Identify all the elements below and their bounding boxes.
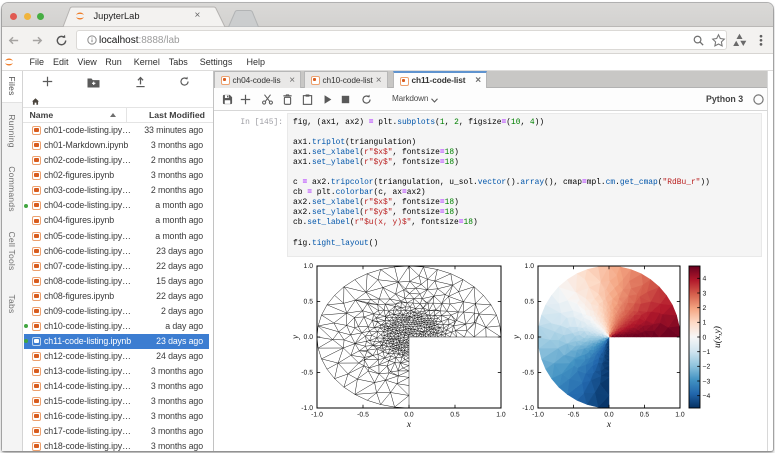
svg-text:0.0: 0.0 (304, 334, 314, 341)
svg-text:0.0: 0.0 (404, 412, 414, 419)
svg-text:-1.0: -1.0 (301, 405, 313, 412)
svg-text:−3: −3 (703, 378, 711, 385)
svg-text:4: 4 (703, 276, 707, 283)
svg-text:−2: −2 (703, 364, 711, 371)
svg-text:2: 2 (703, 305, 707, 312)
svg-text:0.5: 0.5 (304, 299, 314, 306)
svg-text:-0.5: -0.5 (568, 412, 580, 419)
svg-text:1.0: 1.0 (496, 412, 506, 419)
svg-text:y: y (291, 334, 301, 340)
svg-text:0.5: 0.5 (525, 299, 535, 306)
svg-text:0: 0 (703, 334, 707, 341)
svg-text:-1.0: -1.0 (311, 412, 323, 419)
svg-text:1.0: 1.0 (304, 263, 314, 270)
svg-text:-0.5: -0.5 (357, 412, 369, 419)
svg-text:3: 3 (703, 290, 707, 297)
svg-text:0.5: 0.5 (640, 412, 650, 419)
svg-text:−1: −1 (703, 349, 711, 356)
svg-text:0.5: 0.5 (450, 412, 460, 419)
svg-text:-0.5: -0.5 (522, 370, 534, 377)
svg-text:1: 1 (703, 320, 707, 327)
svg-text:1.0: 1.0 (675, 412, 685, 419)
svg-text:x: x (606, 420, 612, 430)
svg-text:-1.0: -1.0 (522, 405, 534, 412)
svg-text:u(x,y): u(x,y) (713, 326, 723, 348)
svg-text:-1.0: -1.0 (532, 412, 544, 419)
svg-text:0.0: 0.0 (604, 412, 614, 419)
svg-text:x: x (406, 420, 412, 430)
svg-text:−4: −4 (703, 393, 711, 400)
svg-text:0.0: 0.0 (525, 334, 535, 341)
svg-text:-0.5: -0.5 (301, 370, 313, 377)
svg-text:y: y (512, 334, 522, 340)
svg-text:1.0: 1.0 (525, 263, 535, 270)
